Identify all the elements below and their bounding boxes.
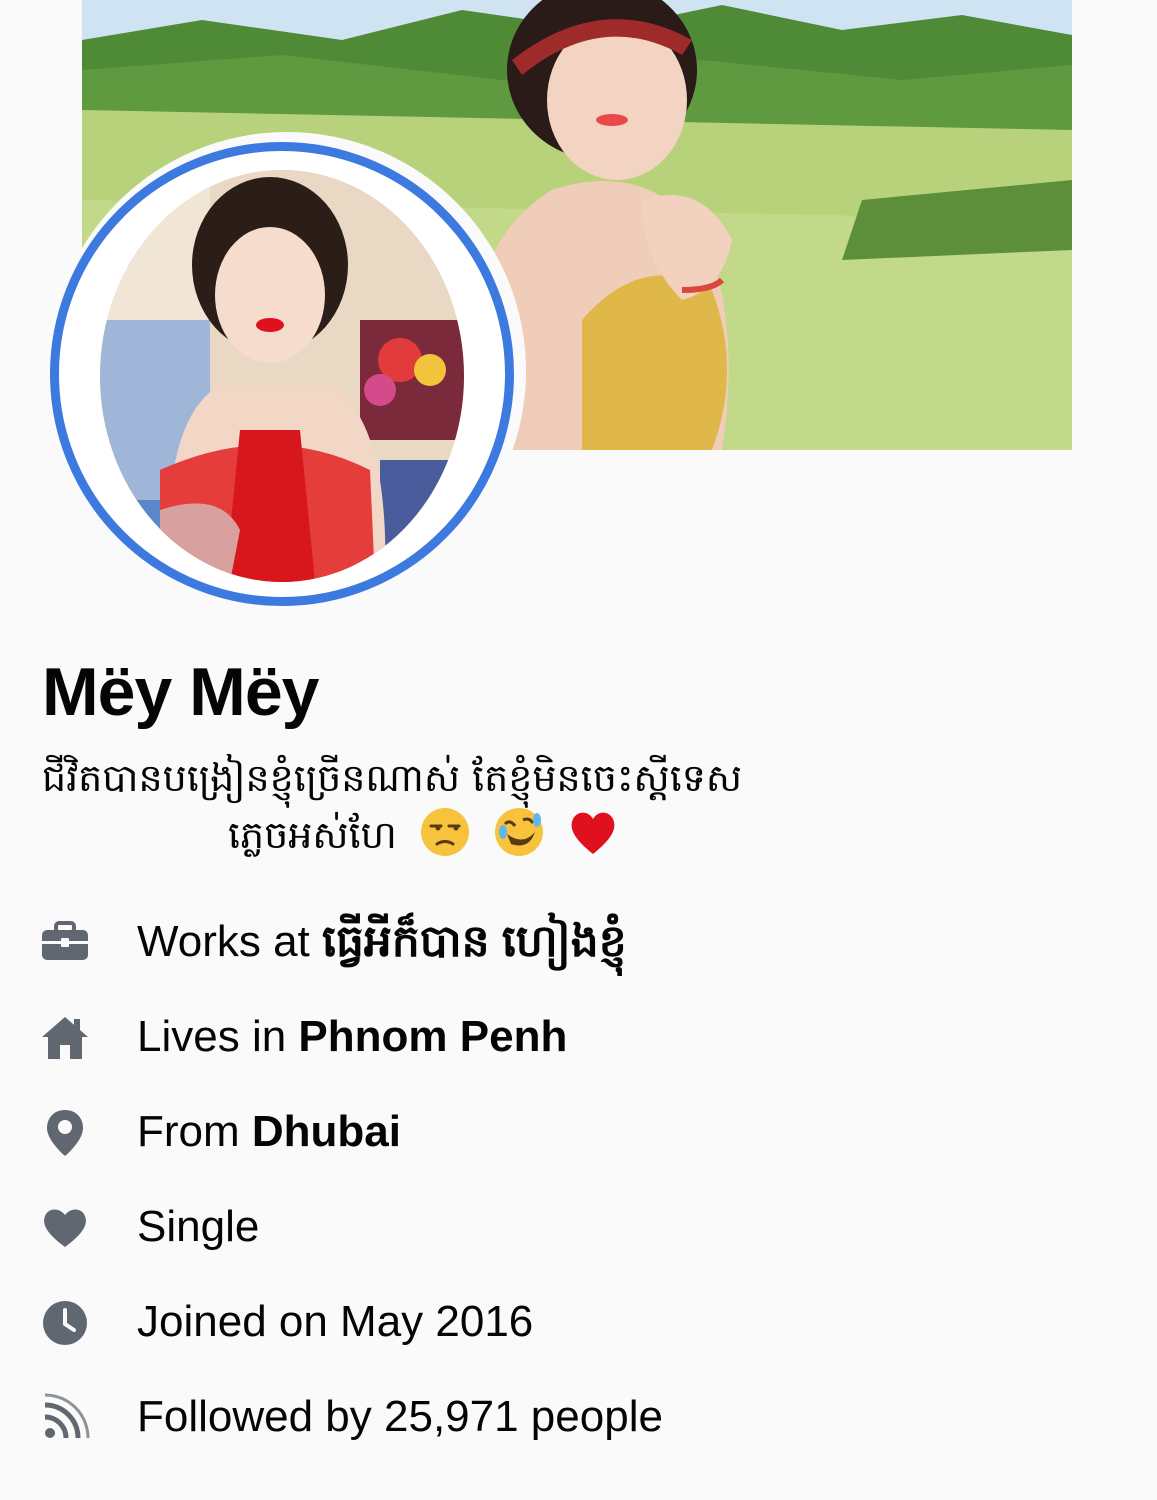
relationship-detail-row[interactable]: Single	[0, 1191, 1157, 1261]
hometown-prefix: From	[137, 1107, 252, 1156]
location-pin-icon	[47, 1110, 83, 1156]
hometown-detail-text: From Dhubai	[137, 1104, 401, 1160]
rss-feed-icon	[44, 1393, 90, 1439]
bio-line-2-wrap: ភ្លេចអស់ហែ	[42, 806, 922, 863]
residence-prefix: Lives in	[137, 1012, 299, 1061]
heart-icon	[44, 1209, 86, 1247]
hometown-value[interactable]: Dhubai	[252, 1107, 401, 1156]
work-detail-text: Works at ធ្វើអីក៏បាន ហៀងខ្ញុំ	[137, 914, 627, 970]
bio-line-2: ភ្លេចអស់ហែ	[228, 813, 397, 857]
rolling-laughing-emoji-icon	[495, 808, 544, 856]
residence-detail-row[interactable]: Lives in Phnom Penh	[0, 1001, 1157, 1071]
red-heart-emoji-icon	[571, 812, 615, 854]
profile-name: Mëy Mëy	[42, 654, 319, 730]
profile-page: Mëy Mëy ជីវិតបានបង្រៀនខ្ញុំច្រើនណាស់ តែខ…	[0, 0, 1157, 1500]
followers-count: Followed by 25,971 people	[137, 1392, 663, 1441]
relationship-status: Single	[137, 1202, 260, 1251]
avatar[interactable]	[100, 170, 464, 582]
profile-bio: ជីវិតបានបង្រៀនខ្ញុំច្រើនណាស់ តែខ្ញុំមិនច…	[42, 750, 922, 863]
followers-detail-text: Followed by 25,971 people	[137, 1389, 663, 1445]
residence-detail-text: Lives in Phnom Penh	[137, 1009, 567, 1065]
clock-icon	[43, 1301, 87, 1345]
followers-detail-row[interactable]: Followed by 25,971 people	[0, 1381, 1157, 1451]
joined-detail-text: Joined on May 2016	[137, 1294, 533, 1350]
joined-date: Joined on May 2016	[137, 1297, 534, 1346]
work-value[interactable]: ធ្វើអីក៏បាន ហៀងខ្ញុំ	[322, 917, 627, 966]
unamused-face-emoji-icon	[420, 808, 469, 856]
work-detail-row[interactable]: Works at ធ្វើអីក៏បាន ហៀងខ្ញុំ	[0, 906, 1157, 976]
hometown-detail-row[interactable]: From Dhubai	[0, 1096, 1157, 1166]
joined-detail-row: Joined on May 2016	[0, 1286, 1157, 1356]
residence-value[interactable]: Phnom Penh	[298, 1012, 567, 1061]
bio-line-1: ជីវិតបានបង្រៀនខ្ញុំច្រើនណាស់ តែខ្ញុំមិនច…	[42, 756, 743, 800]
work-prefix: Works at	[137, 917, 323, 966]
relationship-detail-text: Single	[137, 1199, 259, 1255]
home-icon	[42, 1017, 88, 1059]
briefcase-icon	[42, 921, 88, 960]
